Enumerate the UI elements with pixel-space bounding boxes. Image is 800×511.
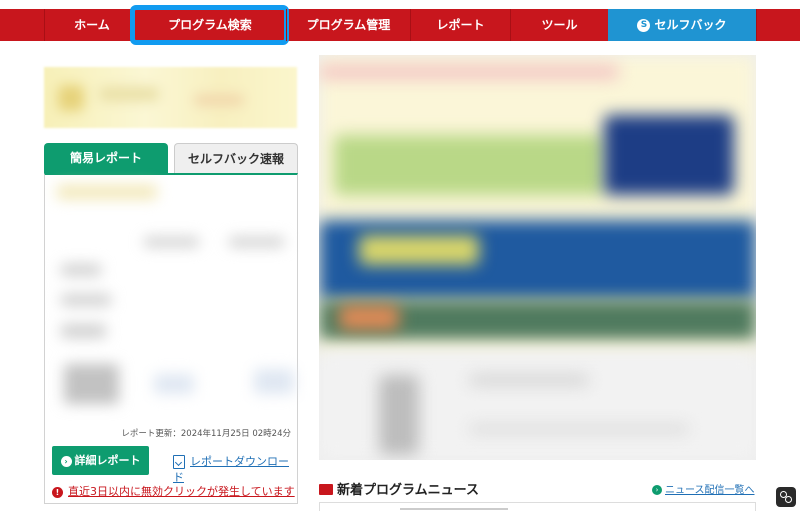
banner-region [319, 65, 619, 79]
report-table-blurred [49, 179, 294, 424]
invalid-click-warning-label: 直近3日以内に無効クリックが発生しています [68, 485, 295, 498]
report-updated-time: レポート更新：2024年11月25日 02時24分 [121, 429, 291, 439]
nav-program-search-label: プログラム検索 [168, 18, 252, 32]
chevron-right-icon: › [60, 455, 72, 467]
floating-link-icon[interactable] [776, 487, 796, 507]
banner-region [379, 375, 419, 455]
tab-simple-report[interactable]: 簡易レポート [44, 143, 168, 173]
banner-region [469, 375, 589, 385]
invalid-click-warning-link[interactable]: ! 直近3日以内に無効クリックが発生しています [52, 483, 295, 499]
banner-region [604, 115, 734, 195]
blur-block [61, 324, 106, 338]
report-panel: レポート更新：2024年11月25日 02時24分 › 詳細レポート レポートダウ… [44, 173, 298, 504]
news-list-top [319, 502, 756, 511]
tab-selfback-flash[interactable]: セルフバック速報 [174, 143, 298, 173]
blur-block [144, 237, 199, 247]
download-icon [173, 455, 185, 469]
report-tabs: 簡易レポート セルフバック速報 [44, 143, 298, 173]
alert-icon: ! [52, 486, 63, 498]
nav-program-manage-label: プログラム管理 [306, 18, 391, 32]
nav-tools[interactable]: ツール [510, 9, 608, 41]
blur-block [61, 264, 101, 276]
news-list-link[interactable]: › ニュース配信一覧へ [652, 481, 755, 496]
global-nav: ホーム プログラム検索 プログラム管理 レポート ツール S セルフバック [0, 5, 800, 45]
nav-spacer [756, 9, 800, 41]
promo-blob [58, 85, 84, 111]
blur-block [57, 185, 157, 199]
nav-home-label: ホーム [74, 18, 110, 32]
banner-region [469, 425, 689, 433]
blur-block [154, 374, 194, 394]
report-download-label: レポートダウンロード [173, 455, 289, 484]
nav-home[interactable]: ホーム [44, 9, 139, 41]
tab-selfback-flash-label: セルフバック速報 [187, 152, 284, 166]
nav-program-search[interactable]: プログラム検索 [130, 5, 289, 45]
report-download-link[interactable]: レポートダウンロード [173, 453, 297, 485]
nav-tools-label: ツール [541, 18, 578, 32]
link-ring [785, 496, 792, 503]
detail-report-label: 詳細レポート [74, 454, 141, 467]
banner-region [339, 305, 399, 330]
news-icon [319, 484, 333, 495]
blur-block [229, 237, 284, 247]
news-list-label: ニュース配信一覧へ [665, 485, 755, 496]
chevron-right-icon: › [652, 485, 662, 495]
tab-simple-report-label: 簡易レポート [69, 151, 142, 165]
promo-blob [194, 95, 244, 105]
nav-selfback[interactable]: S セルフバック [608, 9, 756, 41]
detail-report-button[interactable]: › 詳細レポート [52, 446, 149, 475]
promo-banner[interactable] [44, 67, 297, 128]
banner-region [334, 135, 604, 195]
nav-program-manage[interactable]: プログラム管理 [286, 9, 410, 41]
blur-block [254, 369, 294, 394]
blur-block [61, 294, 111, 306]
news-divider [400, 508, 508, 510]
nav-report-label: レポート [436, 18, 485, 32]
promo-blob [99, 87, 159, 101]
blur-block [64, 364, 119, 404]
selfback-icon: S [637, 19, 651, 32]
nav-selfback-label: セルフバック [654, 18, 727, 32]
news-section-title: 新着プログラムニュース [319, 479, 479, 498]
main-feature-banner[interactable] [319, 55, 756, 460]
nav-report[interactable]: レポート [410, 9, 510, 41]
banner-region [359, 235, 479, 265]
news-title-label: 新着プログラムニュース [337, 483, 479, 498]
